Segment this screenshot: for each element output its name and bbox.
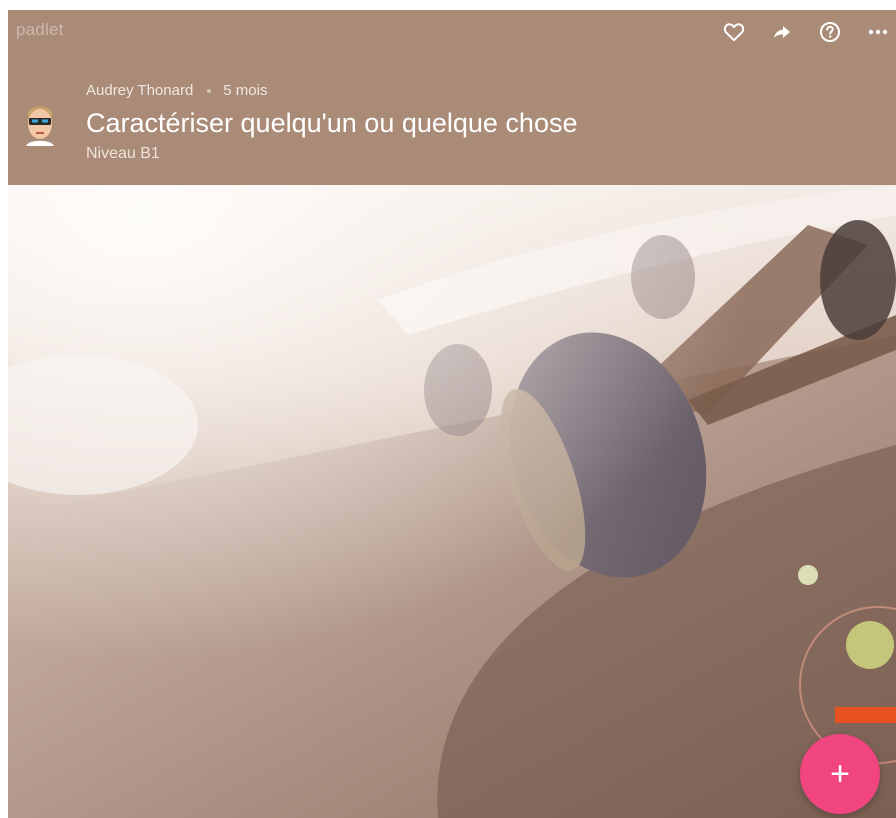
post-time: 5 mois [223, 82, 268, 99]
share-button[interactable] [764, 18, 800, 46]
padlet-header: padlet Audrey Thonard 5 mois Caractérise… [8, 10, 896, 185]
background-wallpaper-image [8, 185, 896, 818]
post-meta: Audrey Thonard 5 mois [86, 82, 267, 99]
page-subtitle: Niveau B1 [86, 145, 160, 162]
help-button[interactable] [812, 18, 848, 46]
heart-icon [723, 23, 745, 42]
header-toolbar [704, 18, 896, 46]
more-button[interactable] [860, 18, 896, 46]
author-avatar[interactable] [20, 100, 60, 146]
more-icon [868, 29, 888, 35]
side-panel-tab[interactable] [835, 707, 896, 723]
help-icon [820, 22, 840, 42]
share-arrow-icon [774, 26, 790, 39]
page-title: Caractériser quelqu'un ou quelque chose [86, 108, 578, 138]
add-post-button[interactable]: + [800, 734, 880, 814]
padlet-window: padlet Audrey Thonard 5 mois Caractérise… [8, 10, 896, 818]
meta-separator-dot [207, 88, 212, 93]
like-button[interactable] [716, 18, 752, 46]
author-name[interactable]: Audrey Thonard [86, 82, 193, 99]
brand-logo[interactable]: padlet [16, 20, 64, 40]
